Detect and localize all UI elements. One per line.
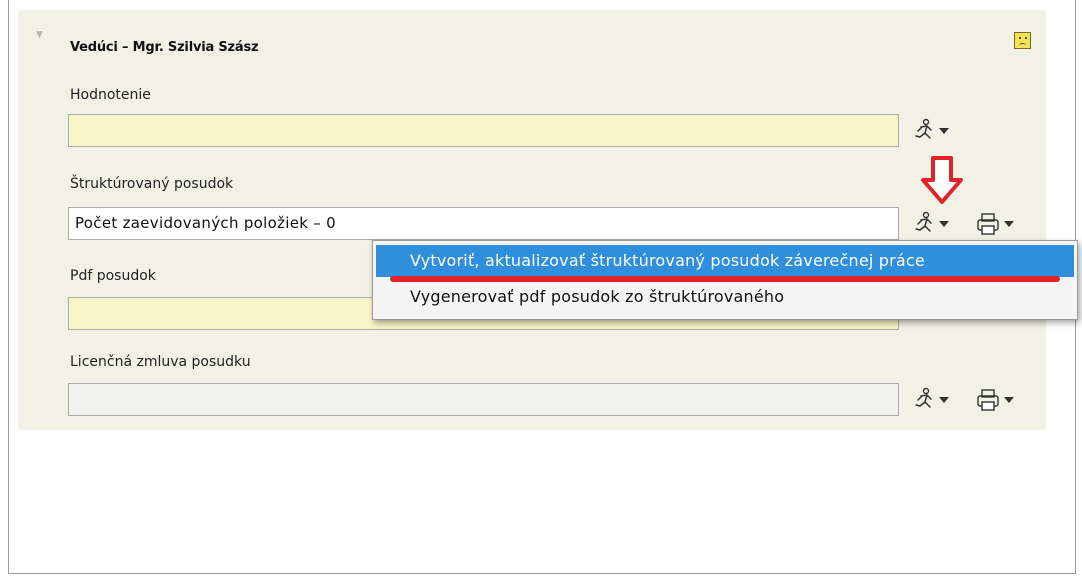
field-label-strukturovany-posudok: Štruktúrovaný posudok	[70, 176, 234, 192]
chevron-down-icon	[939, 397, 949, 403]
running-man-icon	[915, 211, 932, 232]
licencna-zmluva-field[interactable]	[68, 383, 899, 416]
eye	[1019, 37, 1021, 39]
collapse-toggle[interactable]: ▼	[36, 30, 43, 40]
printer-icon	[977, 389, 999, 411]
section-title: Vedúci – Mgr. Szilvia Szász	[70, 40, 259, 55]
strukturovany-action-button[interactable]	[912, 211, 949, 237]
field-label-hodnotenie: Hodnotenie	[70, 87, 151, 103]
chevron-down-icon	[939, 128, 949, 134]
menu-item-create-structured-review[interactable]: Vytvoriť, aktualizovať štruktúrovaný pos…	[376, 245, 1074, 277]
strukturovany-print-button[interactable]	[975, 211, 1014, 237]
hodnotenie-input[interactable]	[68, 114, 899, 147]
field-label-pdf-posudok: Pdf posudok	[70, 268, 156, 284]
annotation-underline	[390, 276, 1060, 282]
running-man-icon	[915, 387, 932, 408]
strukturovany-posudok-field[interactable]: Počet zaevidovaných položiek – 0	[68, 207, 899, 240]
hodnotenie-action-button[interactable]	[912, 118, 949, 144]
licencna-action-button[interactable]	[912, 387, 949, 413]
chevron-down-icon	[1004, 221, 1014, 227]
eye	[1025, 37, 1027, 39]
chevron-down-icon	[1004, 397, 1014, 403]
chevron-down-icon	[939, 221, 949, 227]
menu-item-generate-pdf-review[interactable]: Vygenerovať pdf posudok zo štruktúrované…	[376, 281, 1074, 313]
annotation-arrow-icon	[921, 156, 963, 204]
licencna-print-button[interactable]	[975, 387, 1014, 413]
printer-icon	[977, 213, 999, 235]
sad-face-icon	[1014, 32, 1031, 49]
field-label-licencna-zmluva: Licenčná zmluva posudku	[70, 354, 251, 370]
running-man-icon	[915, 118, 932, 139]
mouth	[1019, 43, 1026, 47]
triangle-down-icon: ▼	[36, 30, 43, 40]
